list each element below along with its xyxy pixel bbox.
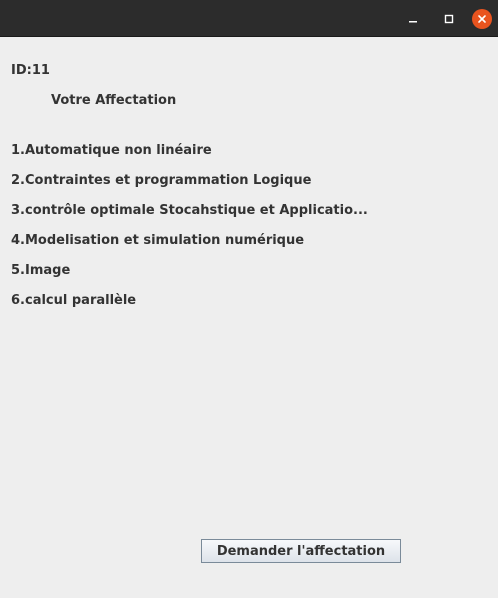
course-item: 6.calcul parallèle [11, 293, 137, 308]
course-item: 4.Modelisation et simulation numérique [11, 233, 305, 248]
maximize-icon [444, 14, 454, 24]
main-panel: ID:11 Votre Affectation 1.Automatique no… [0, 37, 498, 598]
window-titlebar [0, 0, 498, 37]
course-item: 3.contrôle optimale Stocahstique et Appl… [11, 203, 368, 218]
assignment-heading: Votre Affectation [51, 93, 177, 108]
minimize-icon [409, 21, 417, 23]
close-icon [478, 15, 486, 23]
course-item: 5.Image [11, 263, 71, 278]
maximize-button[interactable] [439, 9, 459, 29]
request-assignment-button[interactable]: Demander l'affectation [201, 539, 401, 563]
minimize-button[interactable] [403, 9, 423, 29]
course-item: 2.Contraintes et programmation Logique [11, 173, 312, 188]
user-id-label: ID:11 [11, 63, 50, 78]
close-button[interactable] [472, 9, 492, 29]
course-item: 1.Automatique non linéaire [11, 143, 212, 158]
request-assignment-button-label: Demander l'affectation [216, 543, 386, 559]
